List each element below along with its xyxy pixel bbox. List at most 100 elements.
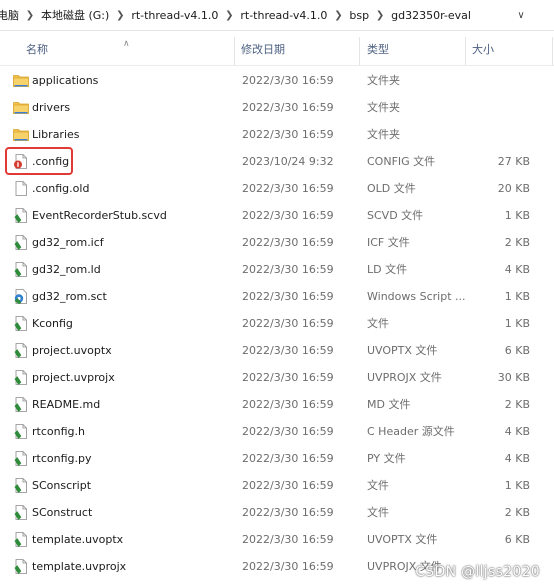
file-name: Libraries <box>32 128 80 141</box>
file-row[interactable]: template.uvoptx 2022/3/30 16:59 UVOPTX 文件 6… <box>0 526 554 553</box>
file-size: 4 KB <box>504 263 530 276</box>
chevron-right-icon[interactable]: ❯ <box>222 10 236 21</box>
file-row[interactable]: applications 2022/3/30 16:59 文件夹 <box>0 67 554 94</box>
file-date: 2022/3/30 16:59 <box>242 452 334 465</box>
address-bar[interactable]: 电脑 ❯ 本地磁盘 (G:) ❯ rt-thread-v4.1.0 ❯ rt-t… <box>0 0 554 31</box>
file-name: .config.old <box>32 182 90 195</box>
file-size: 1 KB <box>504 479 530 492</box>
file-row[interactable]: README.md 2022/3/30 16:59 MD 文件 2 KB <box>0 391 554 418</box>
file-row[interactable]: drivers 2022/3/30 16:59 文件夹 <box>0 94 554 121</box>
file-type: LD 文件 <box>367 263 408 276</box>
file-type: UVOPTX 文件 <box>367 344 438 357</box>
file-date: 2022/3/30 16:59 <box>242 533 334 546</box>
file-name: project.uvprojx <box>32 371 115 384</box>
file-row[interactable]: gd32_rom.icf 2022/3/30 16:59 ICF 文件 2 KB <box>0 229 554 256</box>
file-date: 2022/3/30 16:59 <box>242 506 334 519</box>
folder-icon <box>13 127 29 142</box>
watermark: CSDN @lljss2020 <box>415 564 540 580</box>
column-divider[interactable] <box>234 37 235 65</box>
folder-icon <box>13 73 29 88</box>
file-name: template.uvoptx <box>32 533 124 546</box>
column-header-size[interactable]: 大小 <box>472 31 494 65</box>
file-name: rtconfig.h <box>32 425 85 438</box>
file-date: 2022/3/30 16:59 <box>242 479 334 492</box>
column-header-row: ∧ 名称 修改日期 类型 大小 <box>0 31 554 66</box>
file-size: 27 KB <box>497 155 530 168</box>
script-file-icon <box>13 208 29 223</box>
file-type: ICF 文件 <box>367 236 410 249</box>
file-row[interactable]: project.uvprojx 2022/3/30 16:59 UVPROJX 文件… <box>0 364 554 391</box>
file-row[interactable]: SConstruct 2022/3/30 16:59 文件 2 KB <box>0 499 554 526</box>
file-type: 文件 <box>367 506 389 519</box>
file-row[interactable]: project.uvoptx 2022/3/30 16:59 UVOPTX 文件 6 … <box>0 337 554 364</box>
script-file-icon <box>13 559 29 574</box>
file-name: drivers <box>32 101 71 114</box>
file-name: SConstruct <box>32 506 93 519</box>
file-size: 4 KB <box>504 452 530 465</box>
column-header-name[interactable]: 名称 <box>26 31 48 65</box>
file-name: gd32_rom.sct <box>32 290 107 303</box>
column-header-date[interactable]: 修改日期 <box>241 31 285 65</box>
breadcrumb-item-drive[interactable]: 本地磁盘 (G:) <box>37 7 113 23</box>
file-size: 30 KB <box>497 371 530 384</box>
breadcrumb: 电脑 ❯ 本地磁盘 (G:) ❯ rt-thread-v4.1.0 ❯ rt-t… <box>0 0 475 30</box>
file-name: applications <box>32 74 99 87</box>
file-date: 2022/3/30 16:59 <box>242 344 334 357</box>
breadcrumb-item-computer[interactable]: 电脑 <box>0 7 23 23</box>
file-row[interactable]: EventRecorderStub.scvd 2022/3/30 16:59 SCV… <box>0 202 554 229</box>
script-file-icon <box>13 370 29 385</box>
file-row[interactable]: rtconfig.h 2022/3/30 16:59 C Header 源文件 4 K… <box>0 418 554 445</box>
file-row[interactable]: .config.old 2022/3/30 16:59 OLD 文件 20 KB <box>0 175 554 202</box>
file-type: UVOPTX 文件 <box>367 533 438 546</box>
sort-ascending-icon: ∧ <box>123 39 130 49</box>
chevron-right-icon[interactable]: ❯ <box>23 10 37 21</box>
file-date: 2022/3/30 16:59 <box>242 398 334 411</box>
file-row[interactable]: Kconfig 2022/3/30 16:59 文件 1 KB <box>0 310 554 337</box>
file-type: 文件夹 <box>367 128 400 141</box>
file-name: README.md <box>32 398 101 411</box>
file-row[interactable]: rtconfig.py 2022/3/30 16:59 PY 文件 4 KB <box>0 445 554 472</box>
column-header-type[interactable]: 类型 <box>367 31 389 65</box>
breadcrumb-item-current[interactable]: gd32350r-eval <box>387 9 475 22</box>
breadcrumb-item-rt-thread-inner[interactable]: rt-thread-v4.1.0 <box>236 9 331 22</box>
file-row[interactable]: gd32_rom.ld 2022/3/30 16:59 LD 文件 4 KB <box>0 256 554 283</box>
file-date: 2022/3/30 16:59 <box>242 425 334 438</box>
file-row[interactable]: SConscript 2022/3/30 16:59 文件 1 KB <box>0 472 554 499</box>
file-date: 2022/3/30 16:59 <box>242 128 334 141</box>
file-type: 文件 <box>367 479 389 492</box>
file-type: PY 文件 <box>367 452 406 465</box>
file-type: 文件夹 <box>367 74 400 87</box>
file-type: OLD 文件 <box>367 182 416 195</box>
column-divider[interactable] <box>552 37 553 65</box>
file-date: 2022/3/30 16:59 <box>242 317 334 330</box>
file-date: 2023/10/24 9:32 <box>242 155 334 168</box>
file-size: 20 KB <box>497 182 530 195</box>
chevron-right-icon[interactable]: ❯ <box>113 10 127 21</box>
breadcrumb-item-rt-thread-outer[interactable]: rt-thread-v4.1.0 <box>127 9 222 22</box>
file-date: 2022/3/30 16:59 <box>242 74 334 87</box>
chevron-right-icon[interactable]: ❯ <box>331 10 345 21</box>
file-name: template.uvprojx <box>32 560 127 573</box>
file-name: gd32_rom.ld <box>32 263 101 276</box>
script-file-icon <box>13 424 29 439</box>
file-row[interactable]: gd32_rom.sct 2022/3/30 16:59 Windows Scrip… <box>0 283 554 310</box>
history-dropdown-button[interactable]: ∨ <box>510 4 532 26</box>
file-name: SConscript <box>32 479 92 492</box>
breadcrumb-item-bsp[interactable]: bsp <box>345 9 373 22</box>
script-file-icon <box>13 316 29 331</box>
file-type: C Header 源文件 <box>367 425 455 438</box>
file-size: 1 KB <box>504 317 530 330</box>
file-row[interactable]: Libraries 2022/3/30 16:59 文件夹 <box>0 121 554 148</box>
file-type: UVPROJX 文件 <box>367 371 442 384</box>
file-date: 2022/3/30 16:59 <box>242 236 334 249</box>
file-list: applications 2022/3/30 16:59 文件夹 drivers 202… <box>0 67 554 580</box>
script-file-icon <box>13 532 29 547</box>
chevron-right-icon[interactable]: ❯ <box>373 10 387 21</box>
file-date: 2022/3/30 16:59 <box>242 371 334 384</box>
script-file-icon <box>13 505 29 520</box>
file-row[interactable]: .config 2023/10/24 9:32 CONFIG 文件 27 KB <box>0 148 554 175</box>
file-size: 1 KB <box>504 209 530 222</box>
column-divider[interactable] <box>359 37 360 65</box>
file-date: 2022/3/30 16:59 <box>242 182 334 195</box>
column-divider[interactable] <box>465 37 466 65</box>
